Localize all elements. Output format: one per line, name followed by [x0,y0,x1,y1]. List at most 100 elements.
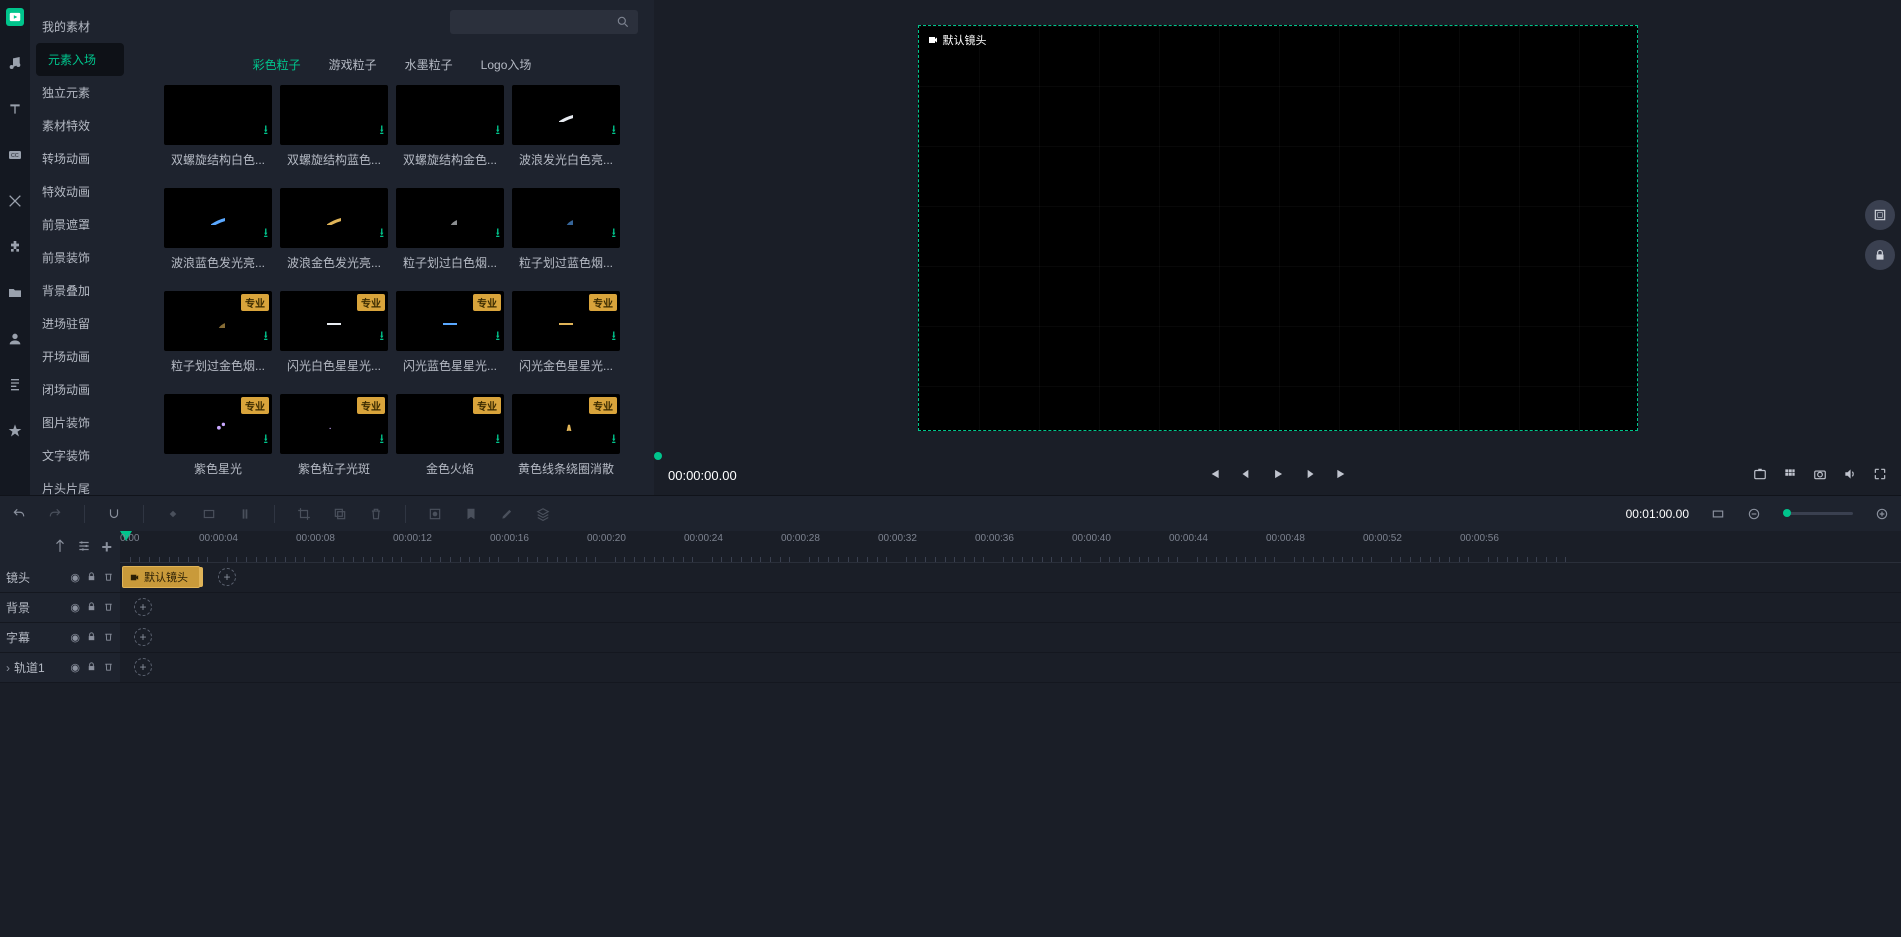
category-item[interactable]: 文字装饰 [30,439,130,472]
asset-item[interactable]: 专业⭳闪光金色星星光... [512,291,620,374]
asset-item[interactable]: ⭳波浪发光白色亮... [512,85,620,168]
asset-thumbnail[interactable]: ⭳ [396,188,504,248]
visibility-icon[interactable]: ◉ [70,631,80,644]
add-clip-button[interactable]: + [134,658,152,676]
camera-icon[interactable] [1813,467,1827,484]
screenshot-icon[interactable] [1753,467,1767,484]
download-icon[interactable]: ⭳ [379,121,384,143]
lock-icon[interactable] [86,601,97,615]
asset-thumbnail[interactable]: ⭳ [280,188,388,248]
rail-para-icon[interactable] [6,376,24,394]
playhead-marker-icon[interactable] [53,539,67,556]
safezone-tool[interactable] [1865,200,1895,230]
track-settings-icon[interactable] [77,539,91,556]
zoom-out-button[interactable] [1747,507,1761,521]
asset-tab[interactable]: 彩色粒子 [253,56,301,73]
trash-icon[interactable] [103,601,114,615]
asset-item[interactable]: ⭳波浪蓝色发光亮... [164,188,272,271]
download-icon[interactable]: ⭳ [263,224,268,246]
asset-thumbnail[interactable]: 专业⭳ [512,394,620,454]
grid-icon[interactable] [1783,467,1797,484]
zoom-slider[interactable] [1783,512,1853,515]
download-icon[interactable]: ⭳ [611,121,616,143]
marker-button[interactable] [464,507,478,521]
add-clip-button[interactable]: + [218,568,236,586]
track-content[interactable]: 默认镜头 + [120,563,1901,592]
rail-star-icon[interactable] [6,422,24,440]
rail-pattern-icon[interactable] [6,192,24,210]
category-item[interactable]: 前景遮罩 [30,208,130,241]
asset-item[interactable]: 专业⭳黄色线条绕圈消散 [512,394,620,477]
asset-item[interactable]: 专业⭳紫色粒子光斑 [280,394,388,477]
add-clip-button[interactable]: + [134,628,152,646]
zoom-in-button[interactable] [1875,507,1889,521]
keyframe-button[interactable] [166,507,180,521]
magnet-button[interactable] [107,507,121,521]
download-icon[interactable]: ⭳ [611,327,616,349]
download-icon[interactable]: ⭳ [495,121,500,143]
track-content[interactable]: + [120,593,1901,622]
download-icon[interactable]: ⭳ [263,121,268,143]
asset-item[interactable]: 专业⭳粒子划过金色烟... [164,291,272,374]
play-button[interactable] [1271,467,1285,484]
asset-tab[interactable]: 水墨粒子 [405,56,453,73]
split-button[interactable] [238,507,252,521]
mask-button[interactable] [428,507,442,521]
asset-thumbnail[interactable]: 专业⭳ [280,394,388,454]
download-icon[interactable]: ⭳ [379,327,384,349]
fullscreen-icon[interactable] [1873,467,1887,484]
next-frame-button[interactable] [1303,467,1317,484]
visibility-icon[interactable]: ◉ [70,571,80,584]
add-clip-button[interactable]: + [134,598,152,616]
asset-item[interactable]: 专业⭳金色火焰 [396,394,504,477]
rail-text-icon[interactable] [6,100,24,118]
asset-item[interactable]: ⭳双螺旋结构白色... [164,85,272,168]
asset-thumbnail[interactable]: 专业⭳ [512,291,620,351]
asset-thumbnail[interactable]: 专业⭳ [280,291,388,351]
preview-canvas[interactable]: 默认镜头 [918,25,1638,431]
download-icon[interactable]: ⭳ [495,327,500,349]
asset-thumbnail[interactable]: 专业⭳ [164,394,272,454]
download-icon[interactable]: ⭳ [495,430,500,452]
category-item[interactable]: 独立元素 [30,76,130,109]
trash-icon[interactable] [103,571,114,585]
download-icon[interactable]: ⭳ [495,224,500,246]
lock-icon[interactable] [86,571,97,585]
category-item[interactable]: 素材特效 [30,109,130,142]
download-icon[interactable]: ⭳ [611,430,616,452]
timeline-clip[interactable]: 默认镜头 [122,566,200,588]
copy-button[interactable] [333,507,347,521]
lock-tool[interactable] [1865,240,1895,270]
category-item[interactable]: 开场动画 [30,340,130,373]
asset-item[interactable]: ⭳双螺旋结构金色... [396,85,504,168]
asset-item[interactable]: 专业⭳闪光白色星星光... [280,291,388,374]
category-item[interactable]: 进场驻留 [30,307,130,340]
category-item[interactable]: 背景叠加 [30,274,130,307]
scrubber[interactable] [654,455,1901,457]
volume-icon[interactable] [1843,467,1857,484]
track-content[interactable]: + [120,623,1901,652]
visibility-icon[interactable]: ◉ [70,661,80,674]
asset-thumbnail[interactable]: ⭳ [280,85,388,145]
crop-button[interactable] [297,507,311,521]
category-item[interactable]: 元素入场 [36,43,124,76]
download-icon[interactable]: ⭳ [379,224,384,246]
prev-frame-button[interactable] [1239,467,1253,484]
asset-thumbnail[interactable]: ⭳ [164,188,272,248]
asset-thumbnail[interactable]: 专业⭳ [164,291,272,351]
undo-button[interactable] [12,507,26,521]
rail-video-icon[interactable] [6,8,24,26]
lock-icon[interactable] [86,661,97,675]
category-item[interactable]: 闭场动画 [30,373,130,406]
add-track-button[interactable]: + [101,537,112,558]
download-icon[interactable]: ⭳ [263,430,268,452]
asset-item[interactable]: 专业⭳闪光蓝色星星光... [396,291,504,374]
download-icon[interactable]: ⭳ [263,327,268,349]
chevron-right-icon[interactable]: › [6,661,10,675]
download-icon[interactable]: ⭳ [379,430,384,452]
rail-cc-icon[interactable]: CC [6,146,24,164]
next-clip-button[interactable] [1335,467,1349,484]
asset-thumbnail[interactable]: ⭳ [512,188,620,248]
asset-item[interactable]: ⭳波浪金色发光亮... [280,188,388,271]
category-item[interactable]: 转场动画 [30,142,130,175]
